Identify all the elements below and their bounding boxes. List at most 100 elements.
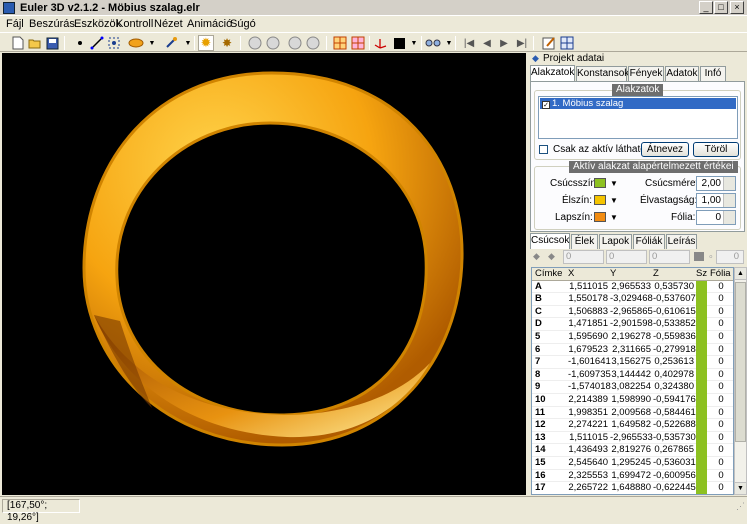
y-input[interactable]: 0: [606, 250, 647, 264]
list-item[interactable]: ✓ 1. Möbius szalag: [540, 98, 736, 109]
circle2-icon[interactable]: [265, 35, 281, 51]
table-row[interactable]: 16 2,325553 1,699472 -0,600956 0: [532, 469, 733, 483]
table-row[interactable]: 15 2,545640 1,295245 -0,536031 0: [532, 457, 733, 470]
col-y[interactable]: Y: [610, 268, 616, 281]
color-icon[interactable]: [391, 35, 407, 51]
paint-dropdown[interactable]: ▼: [144, 35, 160, 51]
edge-width-input[interactable]: 1,00: [696, 193, 736, 208]
vertex-color-dropdown[interactable]: ▼: [610, 179, 618, 188]
table-row[interactable]: 9 -1,574018 3,082254 0,324380 0: [532, 381, 733, 394]
table-row[interactable]: 12 2,274221 1,649582 -0,522688 0: [532, 419, 733, 432]
col-x[interactable]: X: [568, 268, 574, 281]
vertex-color-swatch[interactable]: [594, 178, 606, 188]
table-row[interactable]: 13 1,511015 -2,965533 -0,535730 0: [532, 431, 733, 445]
table-row[interactable]: D 1,471851 -2,901598 -0,533852 0: [532, 318, 733, 331]
vertex-edit-row: ◆ ◆ 0 0 0 ∘ 0: [530, 249, 747, 265]
x-input[interactable]: 0: [563, 250, 604, 264]
scroll-down-icon[interactable]: ▼: [735, 482, 746, 494]
tab-shapes[interactable]: Alakzatok: [530, 65, 575, 81]
col-label[interactable]: Címke: [535, 268, 562, 281]
edge-color-swatch[interactable]: [594, 195, 606, 205]
move-up-icon[interactable]: ◆: [533, 251, 540, 262]
window-icon[interactable]: [559, 35, 575, 51]
minimize-button[interactable]: _: [699, 1, 713, 14]
face-color-swatch[interactable]: [594, 212, 606, 222]
select-icon[interactable]: [106, 35, 122, 51]
table-row[interactable]: 10 2,214389 1,598990 -0,594176 0: [532, 394, 733, 407]
scroll-thumb[interactable]: [735, 282, 746, 442]
edit-icon[interactable]: [541, 35, 557, 51]
point-icon[interactable]: [72, 35, 88, 51]
foil-input[interactable]: 0: [696, 210, 736, 225]
prev-icon[interactable]: ◀: [479, 35, 495, 51]
col-color[interactable]: Sz: [696, 268, 707, 281]
new-icon[interactable]: [10, 35, 26, 51]
tab-vertices[interactable]: Csúcsok: [530, 233, 570, 249]
table-row[interactable]: A 1,511015 2,965533 0,535730 0: [532, 280, 733, 294]
menu-help[interactable]: Súgó: [230, 18, 256, 30]
circle-icon[interactable]: [247, 35, 263, 51]
tab-lights[interactable]: Fények: [628, 66, 664, 81]
rename-button[interactable]: Átnevez: [641, 142, 689, 157]
move-down-icon[interactable]: ◆: [548, 251, 555, 262]
table-row[interactable]: 11 1,998351 2,009568 -0,584461 0: [532, 406, 733, 420]
save-icon[interactable]: [44, 35, 60, 51]
tool-icon[interactable]: ✸: [219, 35, 235, 51]
line-icon[interactable]: [89, 35, 105, 51]
vertices-table[interactable]: Címke X Y Z Sz Fólia A 1,511015 2,965533 0,…: [531, 267, 734, 495]
table-row[interactable]: 14 1,436493 2,819276 0,267865 0: [532, 444, 733, 457]
resize-grip-icon[interactable]: ⋰: [736, 501, 745, 512]
grid2-icon[interactable]: [350, 35, 366, 51]
z-input[interactable]: 0: [649, 250, 690, 264]
scroll-up-icon[interactable]: ▲: [735, 268, 746, 280]
table-row[interactable]: 5 1,595690 2,196278 -0,559836 0: [532, 331, 733, 344]
menu-tools[interactable]: Eszközök: [74, 18, 121, 30]
tab-data[interactable]: Adatok: [665, 66, 699, 81]
play-icon[interactable]: ▶: [496, 35, 512, 51]
table-row[interactable]: 6 1,679523 2,311665 -0,279918 0: [532, 343, 733, 357]
foil-spin[interactable]: 0: [716, 250, 744, 264]
shape-checkbox[interactable]: ✓: [542, 101, 550, 109]
tab-info[interactable]: Infó: [700, 66, 726, 81]
menu-animation[interactable]: Animáció: [187, 18, 232, 30]
rotate-icon[interactable]: [163, 35, 179, 51]
maximize-button[interactable]: □: [714, 1, 728, 14]
first-icon[interactable]: |◀: [461, 35, 477, 51]
shapes-list[interactable]: ✓ 1. Möbius szalag: [538, 96, 738, 139]
col-foil[interactable]: Fólia: [710, 268, 731, 281]
grid-icon[interactable]: [332, 35, 348, 51]
menu-control[interactable]: Kontroll: [116, 18, 153, 30]
color-dropdown[interactable]: ▼: [406, 35, 422, 51]
table-scrollbar[interactable]: ▲ ▼: [734, 267, 747, 495]
tab-description[interactable]: Leírás: [666, 234, 697, 249]
edge-color-dropdown[interactable]: ▼: [610, 196, 618, 205]
tab-constants[interactable]: Konstansok: [576, 66, 629, 81]
col-z[interactable]: Z: [653, 268, 659, 281]
vertex-size-input[interactable]: 2,00: [696, 176, 736, 191]
vertex-color-box[interactable]: [694, 252, 704, 261]
table-row[interactable]: 8 -1,609735 3,144442 0,402978 0: [532, 368, 733, 382]
glasses-icon[interactable]: [425, 35, 441, 51]
paint-icon[interactable]: [128, 35, 144, 51]
table-row[interactable]: 7 -1,601641 3,156275 0,253613 0: [532, 356, 733, 369]
table-row[interactable]: B 1,550178 -3,029468 -0,537607 0: [532, 293, 733, 306]
tab-foils[interactable]: Fóliák: [633, 234, 665, 249]
tab-edges[interactable]: Élek: [571, 234, 598, 249]
menu-insert[interactable]: Beszúrás: [29, 18, 75, 30]
last-icon[interactable]: ▶|: [514, 35, 530, 51]
close-button[interactable]: ×: [730, 1, 744, 14]
axis-icon[interactable]: [373, 35, 389, 51]
circle4-icon[interactable]: [305, 35, 321, 51]
star-icon[interactable]: ✹: [198, 35, 214, 51]
delete-button[interactable]: Töröl: [693, 142, 739, 157]
tab-faces[interactable]: Lapok: [599, 234, 632, 249]
only-active-checkbox[interactable]: [539, 145, 548, 154]
table-row[interactable]: 17 2,265722 1,648880 -0,622445 0: [532, 482, 733, 494]
circle3-icon[interactable]: [287, 35, 303, 51]
table-row[interactable]: C 1,506883 -2,965865 -0,610615 0: [532, 305, 733, 319]
open-icon[interactable]: [27, 35, 43, 51]
menu-view[interactable]: Nézet: [154, 18, 183, 30]
face-color-dropdown[interactable]: ▼: [610, 213, 618, 222]
3d-viewport[interactable]: [2, 53, 526, 495]
menu-file[interactable]: Fájl: [6, 18, 24, 30]
